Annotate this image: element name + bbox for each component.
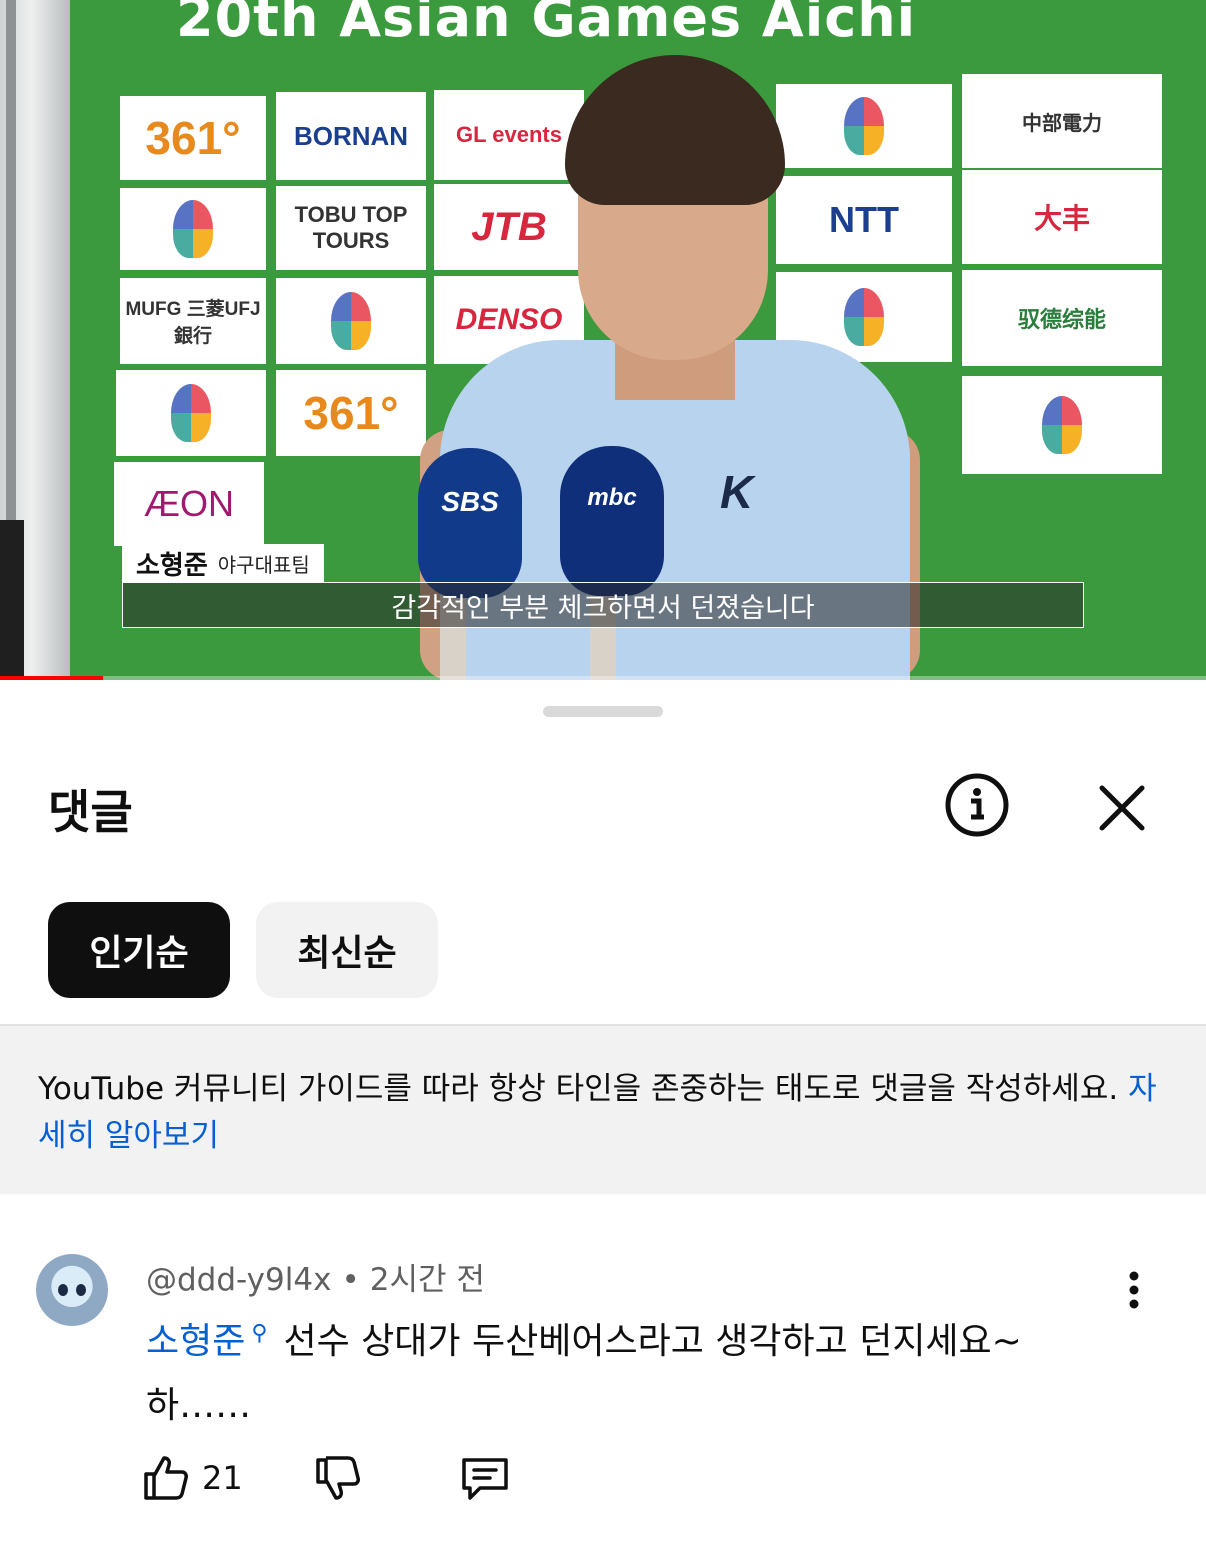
shirt-logo-icon: K xyxy=(720,466,754,518)
comment-author[interactable]: @ddd-y9l4x xyxy=(146,1262,331,1298)
comment-bubble-icon xyxy=(462,1458,508,1500)
lower-third: 소형준 야구대표팀 xyxy=(122,544,324,582)
avatar-eye xyxy=(58,1284,68,1296)
asian-games-emblem-icon xyxy=(171,384,211,442)
like-button[interactable]: 21 xyxy=(140,1452,243,1504)
comments-sheet: 댓글 인기순 최신순 YouTube 커뮤니티 가이드를 따라 항상 타인을 존… xyxy=(0,680,1206,1564)
drag-handle[interactable] xyxy=(543,706,663,717)
sponsor-tile: MUFG 三菱UFJ銀行 xyxy=(120,278,266,364)
sponsor-tile: ÆON xyxy=(114,462,264,546)
sort-chip-popular[interactable]: 인기순 xyxy=(48,902,230,998)
comment-actions: 21 xyxy=(140,1452,640,1512)
thumbs-down-icon xyxy=(316,1456,360,1500)
equipment-box xyxy=(0,520,24,680)
comment-text: 선수 상대가 두산베어스라고 생각하고 던지세요~ 하…… xyxy=(146,1321,1022,1426)
dislike-button[interactable] xyxy=(312,1452,364,1504)
sponsor-tile-emblem xyxy=(276,278,426,364)
sponsor-tile: TOBU TOP TOURS xyxy=(276,186,426,270)
close-icon xyxy=(1099,785,1145,831)
comment-mention[interactable]: 소형준 xyxy=(146,1321,245,1362)
comment-time: 2시간 전 xyxy=(369,1262,485,1298)
sponsor-tile-emblem xyxy=(120,188,266,270)
banner-title: 20th Asian Games Aichi xyxy=(176,0,917,49)
asian-games-emblem-icon xyxy=(1042,396,1082,454)
thumbs-up-icon xyxy=(144,1456,188,1500)
avatar[interactable] xyxy=(36,1254,108,1326)
sort-chip-newest[interactable]: 최신순 xyxy=(256,902,438,998)
info-circle-icon xyxy=(945,773,1009,837)
lower-third-name: 소형준 xyxy=(136,550,208,581)
search-icon: ⚲ xyxy=(251,1321,268,1346)
reply-button[interactable] xyxy=(458,1452,512,1504)
comment-meta: @ddd-y9l4x • 2시간 전 xyxy=(146,1254,485,1299)
sheet-title: 댓글 xyxy=(48,785,133,839)
sponsor-tile: 驭德综能 xyxy=(962,270,1162,366)
sponsor-tile: BORNAN xyxy=(276,92,426,180)
close-button[interactable] xyxy=(1090,776,1154,840)
sponsor-tile: 大丰 xyxy=(962,170,1162,264)
sponsor-tile: 中部電力 xyxy=(962,74,1162,168)
sbs-microphone: SBS xyxy=(418,448,522,598)
hair xyxy=(565,55,785,205)
sponsor-tile: 361° xyxy=(276,370,426,456)
sponsor-tile: 361° xyxy=(120,96,266,180)
asian-games-emblem-icon xyxy=(331,292,371,350)
video-subtitle: 감각적인 부분 체크하면서 던졌습니다 xyxy=(122,582,1084,628)
community-guideline-notice: YouTube 커뮤니티 가이드를 따라 항상 타인을 존중하는 태도로 댓글을… xyxy=(0,1024,1206,1194)
lower-third-role: 야구대표팀 xyxy=(217,552,310,577)
asian-games-emblem-icon xyxy=(173,200,213,258)
avatar-eye xyxy=(76,1284,86,1296)
meta-separator: • xyxy=(341,1262,360,1298)
sponsor-tile-emblem xyxy=(116,370,266,456)
like-count: 21 xyxy=(202,1459,243,1497)
comment-body: 소형준 ⚲ 선수 상대가 두산베어스라고 생각하고 던지세요~ 하…… xyxy=(146,1302,1126,1438)
sponsor-tile-emblem xyxy=(962,376,1162,474)
mbc-microphone: mbc xyxy=(560,446,664,596)
tent-wall xyxy=(0,0,70,680)
guideline-text: YouTube 커뮤니티 가이드를 따라 항상 타인을 존중하는 태도로 댓글을… xyxy=(38,1071,1119,1107)
info-button[interactable] xyxy=(944,772,1010,838)
video-player[interactable]: 20th Asian Games Aichi 361° BORNAN GL ev… xyxy=(0,0,1206,680)
